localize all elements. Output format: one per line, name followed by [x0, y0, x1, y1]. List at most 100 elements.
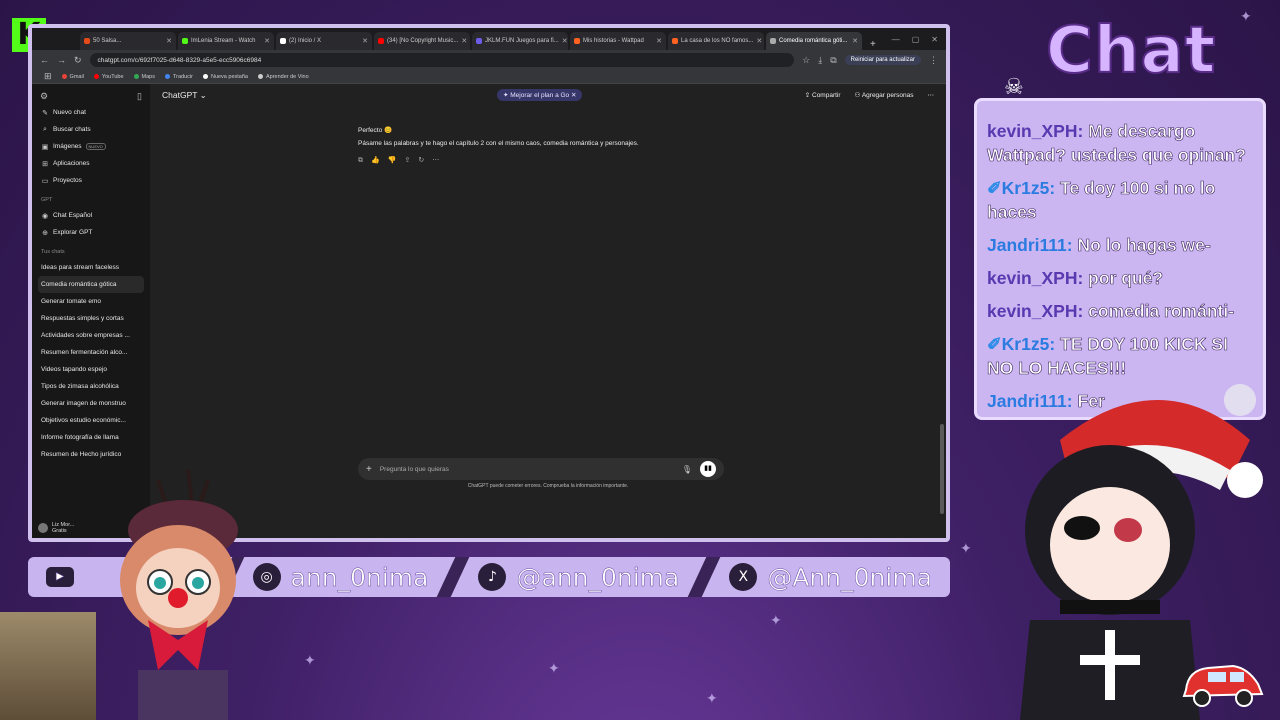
minimize-icon[interactable]: — — [892, 35, 900, 44]
social-handle: X @Ann_0nima — [711, 557, 950, 597]
chat-history-item[interactable]: Resumen fermentación alco... — [38, 344, 144, 361]
chat-history-item[interactable]: Tipos de zimasa alcohólica — [38, 378, 144, 395]
bookmarks-bar: ⊞ Gmail YouTube Maps Traducir Nueva pestaña A… — [32, 70, 946, 84]
sidebar-gpt-item[interactable]: ◉ Chat Español — [38, 207, 144, 224]
sidebar-item[interactable]: ⊞ Aplicaciones — [38, 155, 144, 172]
more-icon[interactable]: ⋯ — [432, 154, 439, 167]
sidebar-item-label: Proyectos — [53, 177, 82, 184]
openai-logo-icon[interactable]: ⚙ — [40, 91, 48, 102]
chat-history-item[interactable]: Resumen de Hecho jurídico — [38, 446, 144, 463]
chat-history-item[interactable]: Comedia romántica gótica — [38, 276, 144, 293]
regenerate-icon[interactable]: ↻ — [418, 154, 424, 167]
browser-tab[interactable]: (2) Inicio / X ✕ — [276, 32, 372, 50]
tab-close-icon[interactable]: ✕ — [756, 37, 762, 45]
bookmark-favicon-icon — [202, 74, 208, 79]
chat-history-item[interactable]: Generar imagen de monstruo — [38, 395, 144, 412]
browser-tab[interactable]: ImLenia Stream - Watch ✕ — [178, 32, 274, 50]
menu-icon[interactable]: ⋮ — [929, 55, 938, 66]
share-message-icon[interactable]: ⇪ — [404, 154, 410, 167]
address-bar: ← → ↻ chatgpt.com/c/692f7025-d648-8329-a… — [32, 50, 946, 70]
tab-close-icon[interactable]: ✕ — [264, 37, 270, 45]
sidebar-item[interactable]: ▣ Imágenes NUEVO — [38, 138, 144, 155]
composer-input[interactable]: Pregunta lo que quieras — [380, 466, 449, 473]
mic-icon[interactable]: 🎙 — [682, 465, 692, 474]
window-controls: — ▢ ✕ — [892, 35, 946, 44]
more-options-icon[interactable]: ⋯ — [928, 91, 935, 99]
bookmark-item[interactable]: YouTube — [93, 74, 124, 80]
avatar — [38, 523, 48, 533]
voice-mode-icon[interactable]: ▮▮ — [700, 461, 716, 477]
tab-label: Comedia romántica góti... — [779, 38, 848, 44]
user-menu[interactable]: Liz Mor... Gratis — [38, 522, 74, 534]
chat-history-item[interactable]: Respuestas simples y cortas — [38, 310, 144, 327]
thumbs-down-icon[interactable]: 👎 — [388, 154, 397, 167]
bookmark-item[interactable]: Aprender de Vino — [257, 74, 309, 80]
browser-tab[interactable]: (34) [No Copyright Music... ✕ — [374, 32, 470, 50]
sidebar-item[interactable]: ▭ Proyectos — [38, 172, 144, 189]
browser-tab[interactable]: JKLM.FUN Juegos para fi... ✕ — [472, 32, 568, 50]
sparkle-icon: ✦ — [1240, 8, 1252, 24]
close-icon[interactable]: ✕ — [571, 92, 576, 99]
gpt-section-label: GPT — [41, 197, 53, 203]
url-field[interactable]: chatgpt.com/c/692f7025-d648-8329-a5e5-ec… — [89, 53, 795, 67]
tab-close-icon[interactable]: ✕ — [852, 37, 858, 45]
sidebar-gpt-item[interactable]: ⊕ Explorar GPT — [38, 224, 144, 241]
close-window-icon[interactable]: ✕ — [931, 35, 938, 44]
bookmark-item[interactable]: Traducir — [165, 74, 193, 80]
chat-history-item[interactable]: Objetivos estudio económic... — [38, 412, 144, 429]
update-button[interactable]: Reiniciar para actualizar — [844, 55, 921, 65]
add-person-icon: ⚇ — [854, 92, 861, 99]
bookmark-item[interactable]: Maps — [133, 74, 155, 80]
chat-history-item[interactable]: Ideas para stream faceless — [38, 259, 144, 276]
extensions-icon[interactable]: ⧉ — [830, 55, 836, 66]
tab-label: (2) Inicio / X — [289, 38, 322, 44]
chat-message: ✐Kr1z5: Te doy 100 si no lo haces — [987, 176, 1253, 224]
sidebar-item-icon: ⊞ — [42, 160, 48, 168]
download-icon[interactable]: ⤓ — [818, 55, 822, 66]
reload-icon[interactable]: ↻ — [74, 55, 82, 66]
new-tab-button[interactable]: + — [864, 39, 882, 50]
chat-history-item[interactable]: Actividades sobre empresas ... — [38, 327, 144, 344]
maximize-icon[interactable]: ▢ — [912, 35, 920, 44]
add-people-button[interactable]: ⚇ Agregar personas — [855, 91, 914, 99]
bookmark-item[interactable]: Gmail — [61, 74, 84, 80]
chat-username: kevin_XPH: — [987, 268, 1084, 288]
apps-icon[interactable]: ⊞ — [44, 71, 52, 82]
chat-history-item[interactable]: Informe fotografía de llama — [38, 429, 144, 446]
attach-icon[interactable]: + — [366, 464, 372, 475]
chat-history-item[interactable]: Generar tomate emo — [38, 293, 144, 310]
sidebar-item-label: Buscar chats — [53, 126, 91, 133]
back-icon[interactable]: ← — [40, 55, 49, 65]
bookmark-item[interactable]: Nueva pestaña — [202, 74, 248, 80]
pencil-badge-icon: ✐ — [987, 334, 1002, 354]
tab-favicon-icon — [280, 38, 286, 44]
browser-tab[interactable]: Comedia romántica góti... ✕ — [766, 32, 862, 50]
tab-favicon-icon — [672, 38, 678, 44]
thumbs-up-icon[interactable]: 👍 — [371, 154, 380, 167]
chat-history-item[interactable]: Videos tapando espejo — [38, 361, 144, 378]
gpt-icon: ⊕ — [42, 229, 48, 237]
tab-close-icon[interactable]: ✕ — [656, 37, 662, 45]
star-icon[interactable]: ☆ — [802, 55, 810, 66]
sidebar-item[interactable]: ⌕ Buscar chats — [38, 121, 144, 138]
tab-close-icon[interactable]: ✕ — [562, 37, 568, 45]
scrollbar[interactable] — [940, 424, 944, 514]
sidebar-item-label: Imágenes — [53, 143, 82, 150]
forward-icon[interactable]: → — [57, 55, 66, 65]
copy-icon[interactable]: ⧉ — [358, 154, 363, 167]
browser-tab[interactable]: La casa de los NO famos... ✕ — [668, 32, 764, 50]
tab-close-icon[interactable]: ✕ — [362, 37, 368, 45]
collapse-sidebar-icon[interactable]: ▯ — [137, 91, 142, 102]
sidebar-item-label: Nuevo chat — [53, 109, 86, 116]
sparkle-icon: ✦ — [706, 690, 718, 706]
browser-tab[interactable]: 50 Salsa... ✕ — [80, 32, 176, 50]
sidebar-item[interactable]: ✎ Nuevo chat — [38, 104, 144, 121]
tab-favicon-icon — [476, 38, 482, 44]
tab-close-icon[interactable]: ✕ — [166, 37, 172, 45]
skull-icon: ☠ — [1004, 74, 1024, 99]
browser-tab[interactable]: Mis historias - Wattpad ✕ — [570, 32, 666, 50]
model-selector[interactable]: ChatGPT ⌄ — [162, 90, 207, 101]
tab-close-icon[interactable]: ✕ — [461, 37, 467, 45]
upgrade-plan-button[interactable]: ✦ Mejorar el plan a Go ✕ — [497, 89, 583, 101]
share-button[interactable]: ⇪ Compartir — [805, 91, 841, 99]
